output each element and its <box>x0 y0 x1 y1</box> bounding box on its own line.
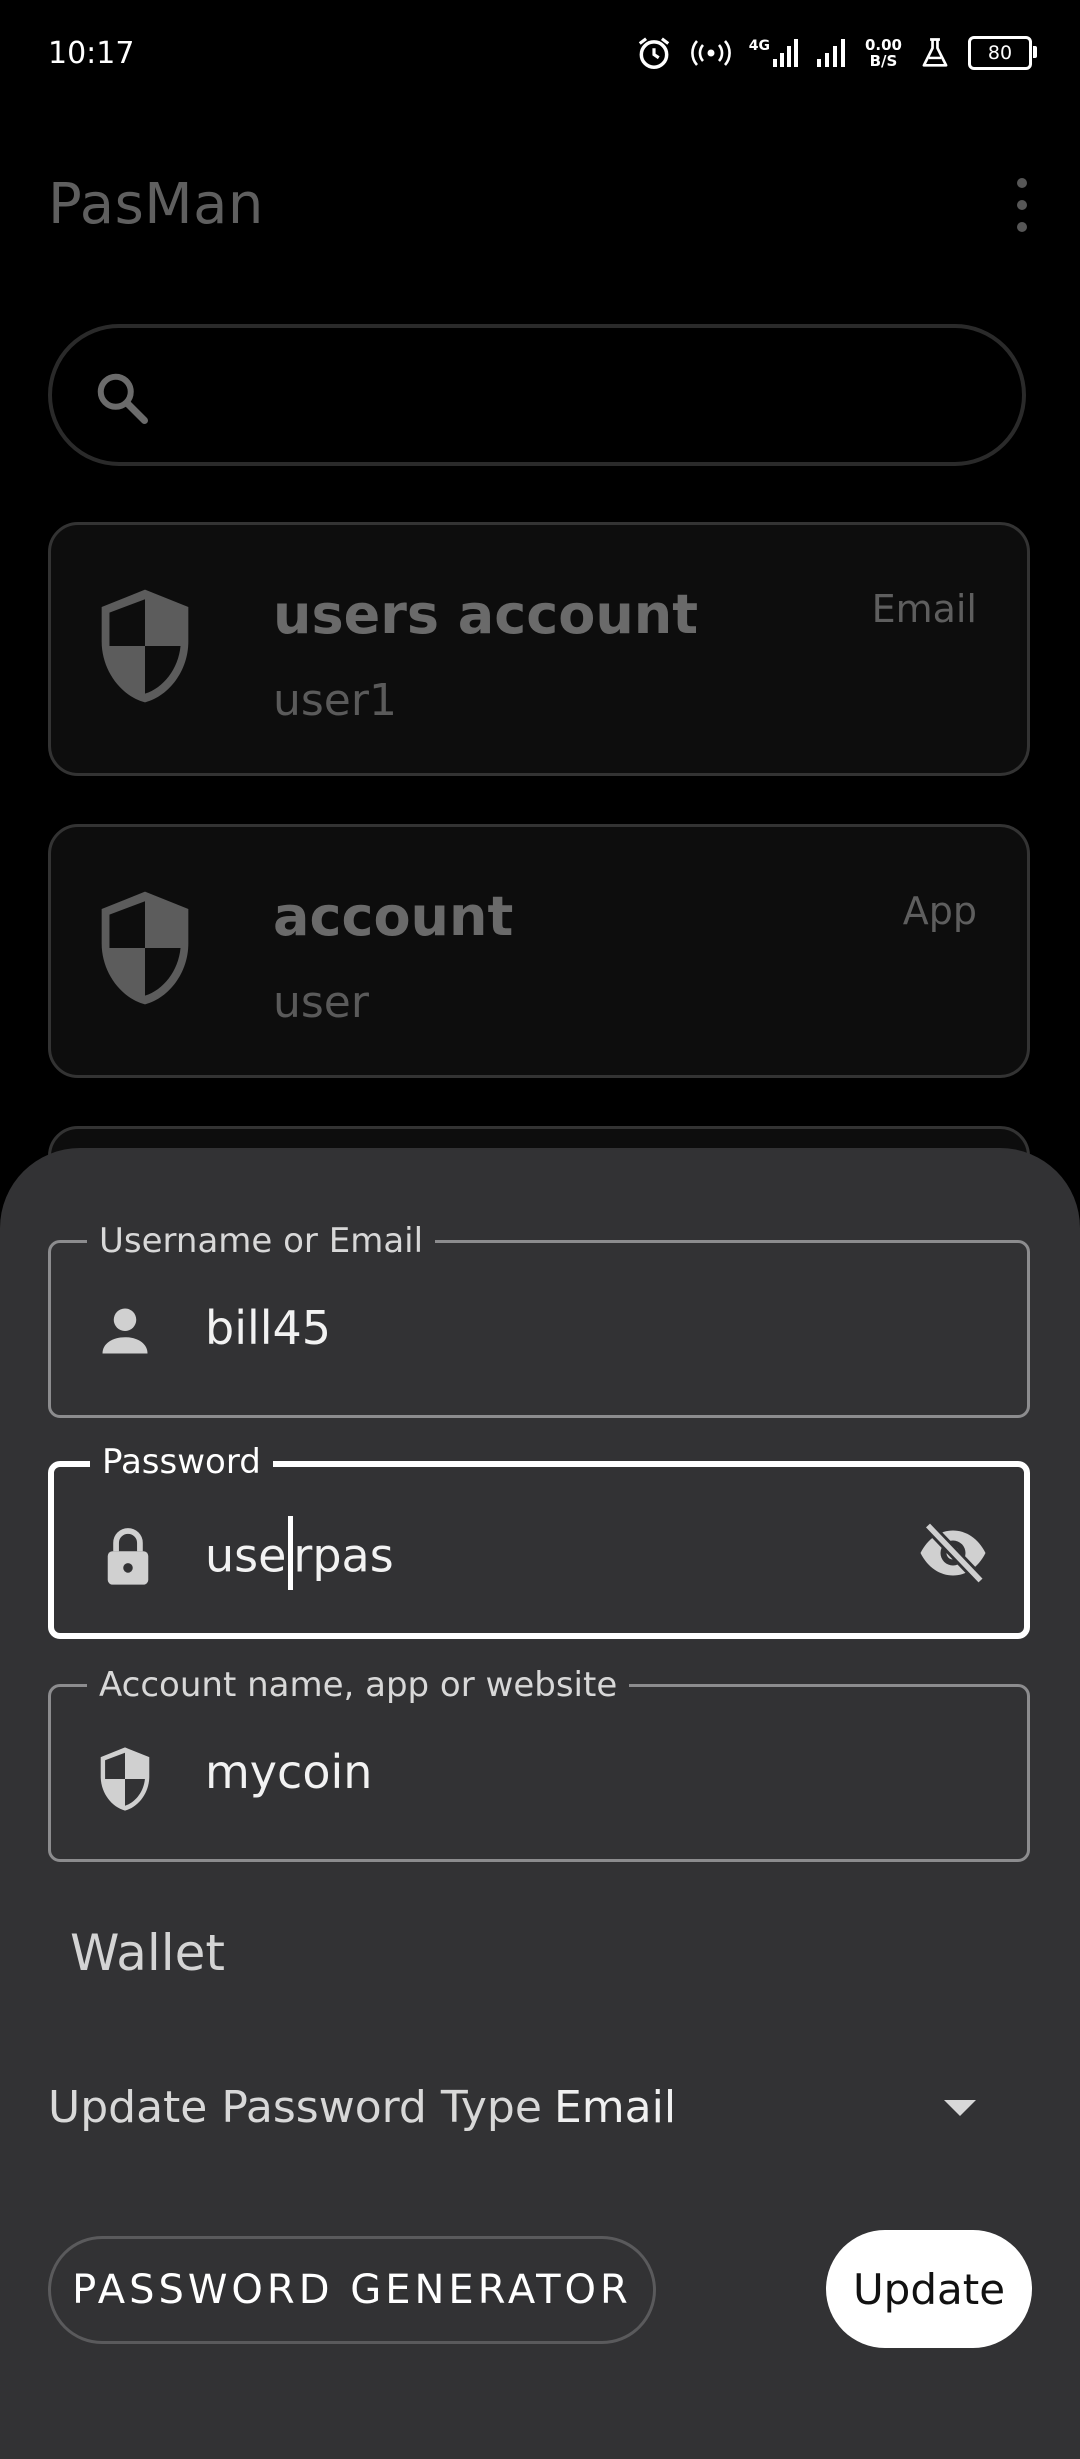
password-field[interactable]: Password use rpas <box>48 1442 1030 1639</box>
account-name: users account <box>273 583 699 646</box>
search-input[interactable] <box>172 358 976 440</box>
password-type-label: Update Password Type <box>48 2082 542 2133</box>
alarm-icon <box>638 37 669 69</box>
flask-icon <box>922 38 948 67</box>
signal-4g-icon: 4G <box>749 39 799 67</box>
shield-icon <box>101 589 189 703</box>
lock-icon <box>107 1528 149 1585</box>
account-name: account <box>273 885 514 948</box>
shield-icon <box>100 1747 150 1811</box>
password-label: Password <box>90 1442 273 1482</box>
password-generator-button[interactable]: PASSWORD GENERATOR <box>48 2236 656 2344</box>
account-name-label: Account name, app or website <box>87 1665 630 1705</box>
search-icon <box>97 373 148 424</box>
shield-icon <box>101 891 189 1005</box>
battery-icon: 80 <box>968 36 1037 70</box>
account-username: user1 <box>273 675 397 726</box>
account-type: Email <box>871 587 977 631</box>
account-type: App <box>902 889 977 933</box>
speed-value: 0.00 <box>864 36 902 54</box>
username-label: Username or Email <box>87 1221 436 1261</box>
status-icons: 4G 0.00 B/S 80 <box>635 30 1037 76</box>
search-bar[interactable] <box>48 324 1026 466</box>
dropdown-arrow-icon[interactable] <box>942 2098 978 2118</box>
person-icon <box>102 1308 148 1354</box>
app-title: PasMan <box>48 172 264 237</box>
visibility-off-icon[interactable] <box>918 1523 988 1583</box>
hotspot-icon <box>690 40 731 66</box>
signal-icon <box>816 39 845 67</box>
account-card[interactable]: account user App <box>48 824 1030 1078</box>
password-text-before-cursor: use <box>205 1528 287 1583</box>
status-time: 10:17 <box>48 36 135 71</box>
account-username: user <box>273 977 369 1028</box>
network-type: 4G <box>748 38 770 54</box>
password-type-select[interactable]: Email <box>554 2082 676 2133</box>
account-name-field[interactable]: Account name, app or website mycoin <box>48 1665 1030 1862</box>
category-label: Wallet <box>70 1924 226 1982</box>
username-value[interactable]: bill45 <box>205 1301 331 1355</box>
update-button[interactable]: Update <box>826 2230 1032 2348</box>
account-name-value[interactable]: mycoin <box>205 1745 372 1799</box>
password-text-after-cursor: rpas <box>293 1528 394 1583</box>
speed-unit: B/S <box>869 52 898 70</box>
password-value[interactable]: use rpas <box>205 1516 394 1596</box>
battery-level: 80 <box>987 42 1013 64</box>
network-speed: 0.00 B/S <box>865 37 902 69</box>
text-cursor <box>288 1516 294 1590</box>
username-field[interactable]: Username or Email bill45 <box>48 1221 1030 1418</box>
more-options-icon[interactable] <box>1008 178 1036 232</box>
account-card[interactable]: users account user1 Email <box>48 522 1030 776</box>
